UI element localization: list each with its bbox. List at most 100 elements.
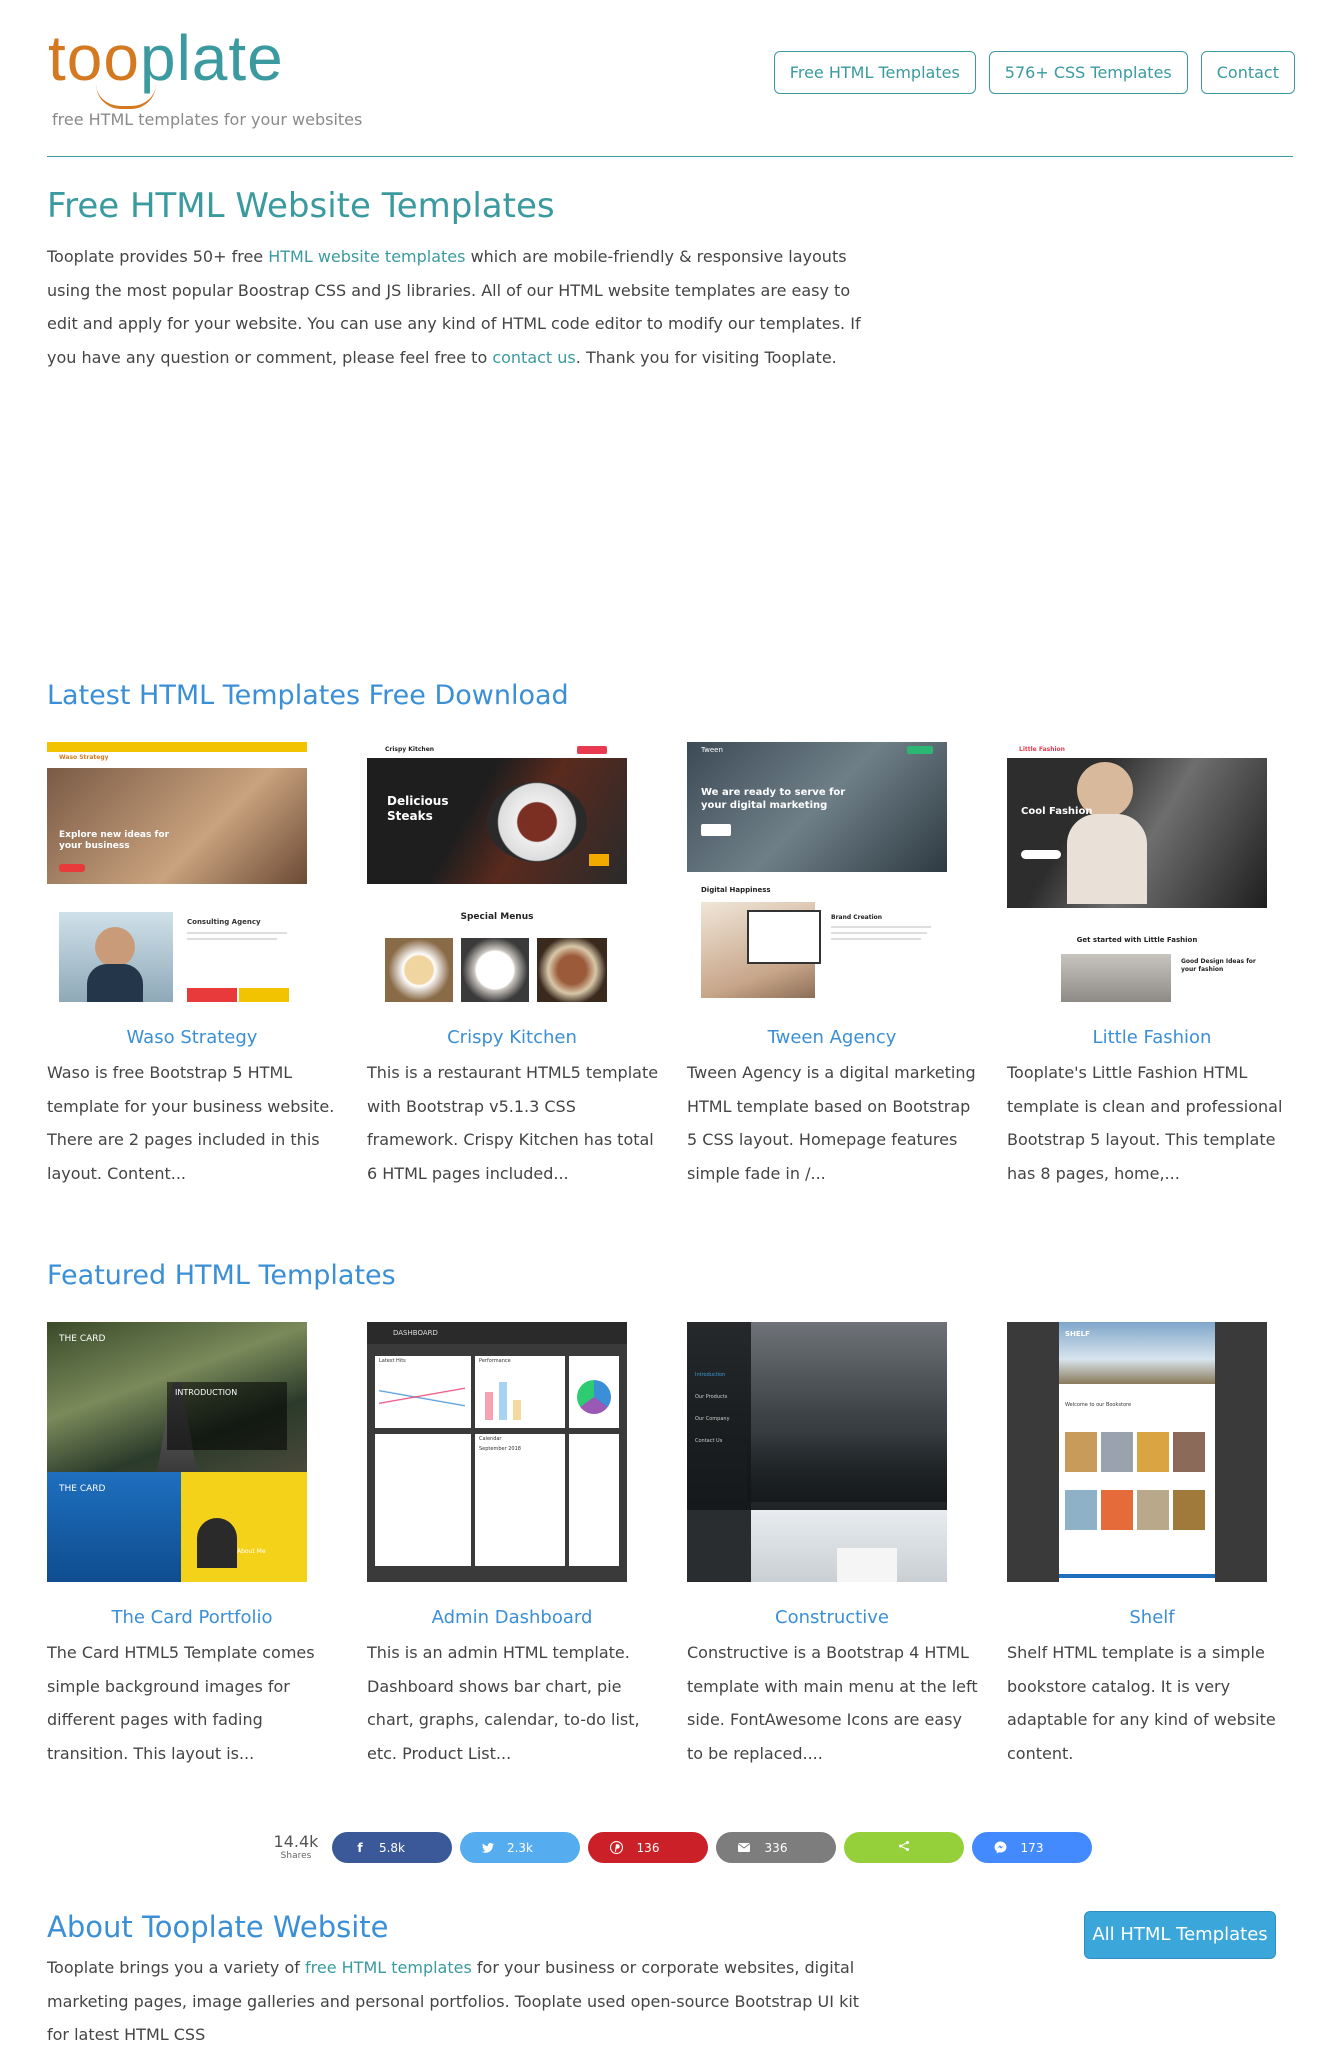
nav-free-html-templates-button[interactable]: Free HTML Templates bbox=[773, 51, 976, 94]
thecard-thumb-aboutme: About Me bbox=[237, 1548, 266, 1555]
thecard-thumb-title-2: THE CARD bbox=[59, 1484, 106, 1494]
email-share-button[interactable]: 336 bbox=[716, 1832, 836, 1863]
thecard-thumb-intro: INTRODUCTION bbox=[175, 1388, 238, 1397]
tween-agency-link[interactable]: Tween Agency bbox=[687, 1027, 977, 1048]
about-heading: About Tooplate Website bbox=[47, 1910, 389, 1944]
the-card-thumbnail[interactable]: THE CARD INTRODUCTION THE CARD About Me bbox=[47, 1322, 307, 1582]
pinterest-share-button[interactable]: 136 bbox=[588, 1832, 708, 1863]
admin-thumb-calendar: Calendar bbox=[479, 1436, 502, 1442]
constructive-thumb-intro: Introduction bbox=[695, 1372, 726, 1378]
waso-thumb-headline: Explore new ideas for your business bbox=[59, 830, 170, 851]
contact-us-link[interactable]: contact us bbox=[492, 348, 575, 367]
admin-thumb-performance: Performance bbox=[479, 1358, 511, 1364]
html-website-templates-link[interactable]: HTML website templates bbox=[268, 247, 465, 266]
about-paragraph: Tooplate brings you a variety of free HT… bbox=[47, 1951, 877, 2052]
waso-strategy-link[interactable]: Waso Strategy bbox=[47, 1027, 337, 1048]
admin-thumb-brand: DASHBOARD bbox=[393, 1329, 438, 1337]
tween-thumb-headline: We are ready to serve for your digital m… bbox=[701, 787, 846, 811]
latest-templates-heading: Latest HTML Templates Free Download bbox=[47, 680, 569, 711]
intro-paragraph: Tooplate provides 50+ free HTML website … bbox=[47, 240, 877, 374]
intro-text-3: . Thank you for visiting Tooplate. bbox=[575, 347, 837, 367]
twitter-share-button[interactable]: 2.3k bbox=[460, 1832, 580, 1863]
crispy-thumb-headline: Delicious Steaks bbox=[387, 794, 449, 823]
little-fashion-thumbnail[interactable]: Little Fashion Cool Fashion Get started … bbox=[1007, 742, 1267, 1002]
shelf-description: Shelf HTML template is a simple bookstor… bbox=[1007, 1643, 1276, 1763]
facebook-share-button[interactable]: f 5.8k bbox=[332, 1832, 452, 1863]
constructive-thumb-contact: Contact Us bbox=[695, 1438, 723, 1444]
nav-contact-button[interactable]: Contact bbox=[1200, 51, 1295, 94]
fashion-thumb-headline: Cool Fashion bbox=[1021, 806, 1093, 817]
share-icon bbox=[844, 1840, 964, 1855]
email-share-count: 336 bbox=[764, 1840, 788, 1855]
logo-smile-icon bbox=[96, 84, 156, 109]
page-title: Free HTML Website Templates bbox=[47, 186, 555, 226]
intro-text-1: Tooplate provides 50+ free bbox=[47, 247, 269, 266]
fashion-thumb-brand: Little Fashion bbox=[1019, 746, 1065, 753]
twitter-share-count: 2.3k bbox=[506, 1840, 534, 1855]
thecard-thumb-title-1: THE CARD bbox=[59, 1334, 106, 1344]
all-html-templates-button[interactable]: All HTML Templates bbox=[1084, 1911, 1276, 1959]
crispy-kitchen-link[interactable]: Crispy Kitchen bbox=[367, 1027, 657, 1048]
messenger-share-button[interactable]: 173 bbox=[972, 1832, 1092, 1863]
tween-thumb-digital: Digital Happiness bbox=[701, 886, 771, 894]
admin-thumb-latesthits: Latest Hits bbox=[379, 1358, 406, 1364]
the-card-portfolio-link[interactable]: The Card Portfolio bbox=[47, 1607, 337, 1628]
template-card-tween: Tween We are ready to serve for your dig… bbox=[687, 742, 1007, 1190]
featured-templates-heading: Featured HTML Templates bbox=[47, 1260, 396, 1291]
tooplate-logo[interactable]: tooplate bbox=[48, 26, 284, 109]
free-html-templates-link[interactable]: free HTML templates bbox=[305, 1958, 472, 1977]
admin-dashboard-thumbnail[interactable]: DASHBOARD Latest Hits Performance Calend… bbox=[367, 1322, 627, 1582]
template-card-shelf: SHELF Welcome to our Bookstore Shelf She… bbox=[1007, 1322, 1327, 1770]
template-card-little-fashion: Little Fashion Cool Fashion Get started … bbox=[1007, 742, 1327, 1190]
admin-dashboard-link[interactable]: Admin Dashboard bbox=[367, 1607, 657, 1628]
admin-dashboard-description: This is an admin HTML template. Dashboar… bbox=[367, 1643, 640, 1763]
nav-css-templates-button[interactable]: 576+ CSS Templates bbox=[988, 51, 1188, 94]
logo-wordmark: tooplate bbox=[48, 26, 284, 109]
share-total-count: 14.4k bbox=[273, 1832, 319, 1851]
about-text-1: Tooplate brings you a variety of bbox=[47, 1958, 305, 1977]
facebook-share-count: 5.8k bbox=[378, 1840, 406, 1855]
template-card-constructive: Introduction Our Products Our Company Co… bbox=[687, 1322, 1007, 1770]
tagline: free HTML templates for your websites bbox=[52, 110, 363, 129]
shelf-thumb-welcome: Welcome to our Bookstore bbox=[1065, 1402, 1132, 1408]
waso-thumb-consulting: Consulting Agency bbox=[187, 918, 261, 926]
tween-thumb-brand: Tween bbox=[701, 746, 723, 754]
waso-thumbnail[interactable]: Waso Strategy Explore new ideas for your… bbox=[47, 742, 307, 1002]
share-total: 14.4k Shares bbox=[268, 1834, 324, 1861]
shelf-thumbnail[interactable]: SHELF Welcome to our Bookstore bbox=[1007, 1322, 1267, 1582]
waso-description: Waso is free Bootstrap 5 HTML template f… bbox=[47, 1063, 335, 1183]
logo-plate-text: plate bbox=[139, 22, 284, 94]
the-card-portfolio-description: The Card HTML5 Template comes simple bac… bbox=[47, 1643, 315, 1763]
little-fashion-description: Tooplate's Little Fashion HTML template … bbox=[1007, 1063, 1283, 1183]
template-card-admin-dashboard: DASHBOARD Latest Hits Performance Calend… bbox=[367, 1322, 687, 1770]
template-card-crispy: Crispy Kitchen Delicious Steaks Special … bbox=[367, 742, 687, 1190]
tween-agency-thumbnail[interactable]: Tween We are ready to serve for your dig… bbox=[687, 742, 947, 1002]
waso-thumb-brand: Waso Strategy bbox=[59, 754, 109, 761]
admin-thumb-month: September 2018 bbox=[479, 1446, 521, 1452]
header-divider bbox=[47, 156, 1293, 157]
constructive-thumb-products: Our Products bbox=[695, 1394, 728, 1400]
crispy-thumb-brand: Crispy Kitchen bbox=[385, 746, 435, 753]
crispy-thumb-special: Special Menus bbox=[460, 912, 534, 922]
fashion-thumb-getstarted: Get started with Little Fashion bbox=[1076, 936, 1198, 944]
shelf-thumb-brand: SHELF bbox=[1065, 1330, 1090, 1338]
fashion-thumb-gooddesign: Good Design Ideas for your fashion bbox=[1181, 958, 1256, 973]
share-bar: 14.4k Shares f 5.8k 2.3k 136 336 173 bbox=[268, 1832, 1092, 1863]
messenger-share-count: 173 bbox=[1020, 1840, 1044, 1855]
latest-templates-grid: Waso Strategy Explore new ideas for your… bbox=[47, 742, 1327, 1190]
template-card-waso: Waso Strategy Explore new ideas for your… bbox=[47, 742, 367, 1190]
generic-share-button[interactable] bbox=[844, 1832, 964, 1863]
tween-agency-description: Tween Agency is a digital marketing HTML… bbox=[687, 1063, 976, 1183]
constructive-description: Constructive is a Bootstrap 4 HTML templ… bbox=[687, 1643, 978, 1763]
share-total-label: Shares bbox=[280, 1851, 312, 1861]
shelf-link[interactable]: Shelf bbox=[1007, 1607, 1297, 1628]
pinterest-share-count: 136 bbox=[636, 1840, 660, 1855]
featured-templates-grid: THE CARD INTRODUCTION THE CARD About Me … bbox=[47, 1322, 1327, 1770]
constructive-thumbnail[interactable]: Introduction Our Products Our Company Co… bbox=[687, 1322, 947, 1582]
top-nav: Free HTML Templates 576+ CSS Templates C… bbox=[773, 51, 1295, 94]
tween-thumb-brand-creation: Brand Creation bbox=[831, 914, 883, 921]
constructive-link[interactable]: Constructive bbox=[687, 1607, 977, 1628]
little-fashion-link[interactable]: Little Fashion bbox=[1007, 1027, 1297, 1048]
constructive-thumb-company: Our Company bbox=[695, 1416, 730, 1422]
crispy-kitchen-thumbnail[interactable]: Crispy Kitchen Delicious Steaks Special … bbox=[367, 742, 627, 1002]
